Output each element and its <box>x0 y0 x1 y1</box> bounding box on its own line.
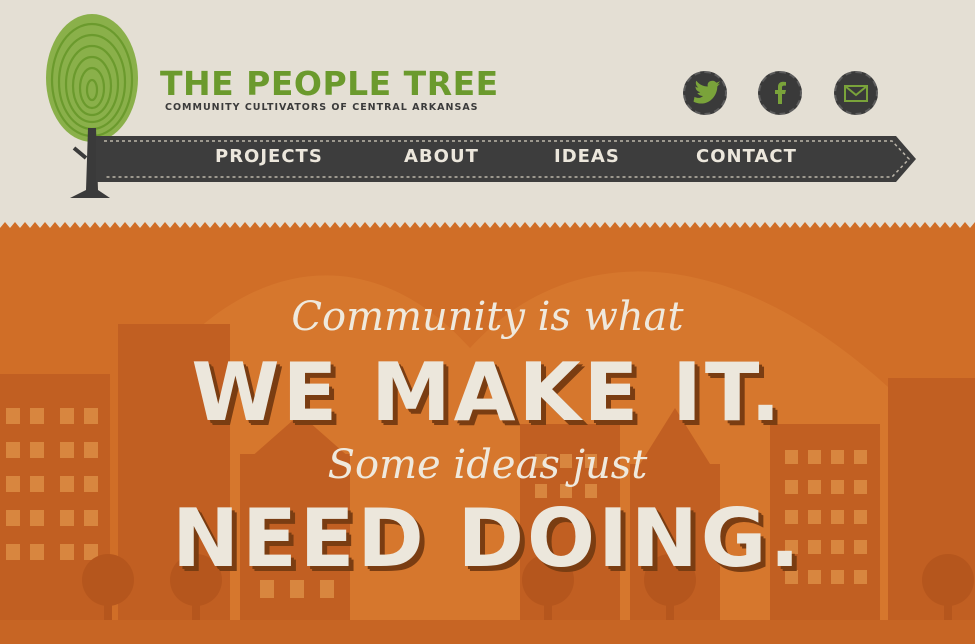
mail-button[interactable] <box>834 71 878 115</box>
nav-projects[interactable]: PROJECTS <box>215 146 323 167</box>
twitter-button[interactable] <box>683 71 727 115</box>
hero-headline-2: NEED DOING. <box>172 492 803 585</box>
hero-banner: Community is what WE MAKE IT. Some ideas… <box>0 228 975 644</box>
facebook-button[interactable] <box>758 71 802 115</box>
nav-ideas[interactable]: IDEAS <box>554 146 620 167</box>
twitter-icon <box>693 80 721 104</box>
mail-icon <box>844 85 868 102</box>
nav-about[interactable]: ABOUT <box>404 146 479 167</box>
nav-contact[interactable]: CONTACT <box>696 146 797 167</box>
hero-script-line-1: Community is what <box>291 294 684 340</box>
facebook-icon <box>775 81 786 104</box>
hero-script-line-2: Some ideas just <box>327 442 648 488</box>
main-nav: PROJECTS ABOUT IDEAS CONTACT <box>96 132 918 186</box>
site-header: THE PEOPLE TREE COMMUNITY CULTIVATORS OF… <box>0 0 975 230</box>
hero-headline-1: WE MAKE IT. <box>191 346 784 439</box>
site-tagline: COMMUNITY CULTIVATORS OF CENTRAL ARKANSA… <box>165 102 479 113</box>
site-title: THE PEOPLE TREE <box>160 64 499 103</box>
